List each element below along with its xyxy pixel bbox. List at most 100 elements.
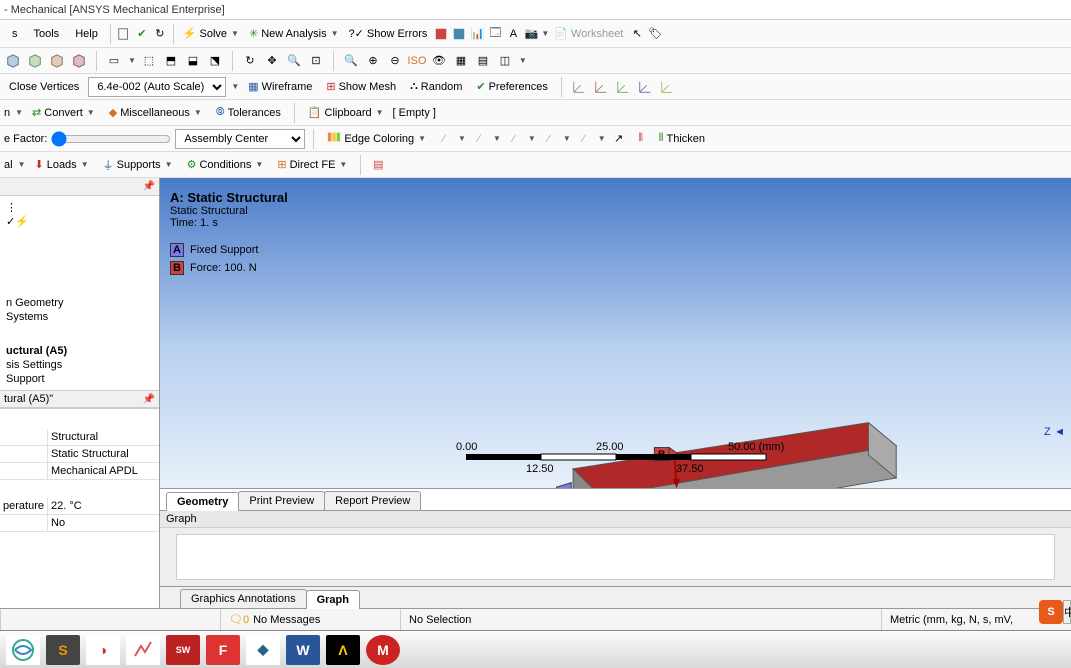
- edge3-icon[interactable]: ∕: [505, 130, 523, 148]
- tb-icon-3[interactable]: 📊: [468, 25, 486, 43]
- clipboard-button[interactable]: 📋 Clipboard▼: [303, 103, 389, 122]
- tool-a-icon[interactable]: ⬚: [140, 52, 158, 70]
- pin-icon-2[interactable]: 📌: [143, 394, 155, 405]
- cube3-icon[interactable]: [48, 52, 66, 70]
- edge1-icon[interactable]: ∕: [435, 130, 453, 148]
- arrow-icon[interactable]: ↗: [610, 130, 628, 148]
- zoom-box-icon[interactable]: ⊡: [307, 52, 325, 70]
- tb-icon-6[interactable]: 📷: [522, 25, 540, 43]
- tool-d-icon[interactable]: ⬔: [206, 52, 224, 70]
- zoom-in-icon[interactable]: ⊕: [364, 52, 382, 70]
- task-matlab[interactable]: [126, 635, 160, 665]
- cube1-icon[interactable]: [4, 52, 22, 70]
- task-ansys[interactable]: ◆: [246, 635, 280, 665]
- task-browser[interactable]: [6, 635, 40, 665]
- convert-button[interactable]: ⇄ Convert▼: [27, 103, 100, 122]
- select-icon[interactable]: ▭: [105, 52, 123, 70]
- random-button[interactable]: ⛬ Random: [405, 77, 467, 96]
- view-icon[interactable]: 👁: [430, 52, 448, 70]
- solve-button[interactable]: ⚡ Solve▼: [178, 24, 244, 43]
- task-solidworks[interactable]: SW: [166, 635, 200, 665]
- axis3-icon[interactable]: [614, 78, 632, 96]
- pointer-icon[interactable]: ↖: [628, 25, 646, 43]
- axis1-icon[interactable]: [570, 78, 588, 96]
- tag-icon[interactable]: 🏷: [646, 25, 664, 43]
- ime-badge[interactable]: S: [1039, 600, 1063, 624]
- tb-icon-4[interactable]: 🗔: [486, 25, 504, 43]
- pin-icon[interactable]: 📌: [143, 181, 155, 192]
- task-app1[interactable]: ◑: [86, 635, 120, 665]
- direct-fe-button[interactable]: ⊞ Direct FE▼: [272, 155, 352, 174]
- hatch-icon[interactable]: ⦀: [632, 130, 650, 148]
- tree-structural[interactable]: uctural (A5): [4, 344, 155, 358]
- menu-s[interactable]: s: [4, 24, 26, 44]
- tab-graph[interactable]: Graph: [306, 590, 360, 609]
- ime-lang[interactable]: 中: [1063, 600, 1071, 624]
- prop-analysis[interactable]: Static Structural: [48, 446, 159, 462]
- iso-icon[interactable]: ISO: [408, 52, 426, 70]
- task-f[interactable]: F: [206, 635, 240, 665]
- prop-temperature[interactable]: 22. °C: [48, 498, 159, 514]
- status-units[interactable]: Metric (mm, kg, N, s, mV,: [890, 614, 1013, 626]
- new-icon[interactable]: [115, 25, 133, 43]
- conditions-button[interactable]: ⚙ Conditions▼: [182, 155, 269, 174]
- show-mesh-button[interactable]: ⊞ Show Mesh: [321, 77, 401, 96]
- task-m[interactable]: M: [366, 635, 400, 665]
- show-errors-button[interactable]: ?✓ Show Errors: [344, 24, 433, 43]
- close-vertices-button[interactable]: Close Vertices: [4, 78, 84, 96]
- new-analysis-button[interactable]: ✳ New Analysis▼: [244, 24, 344, 43]
- tolerances-button[interactable]: ⦾ Tolerances: [211, 103, 286, 122]
- tree-geometry[interactable]: n Geometry: [4, 296, 155, 310]
- prop-no[interactable]: No: [48, 515, 159, 531]
- tab-geometry[interactable]: Geometry: [166, 492, 239, 511]
- tb-icon-5[interactable]: A: [504, 25, 522, 43]
- task-a[interactable]: Λ: [326, 635, 360, 665]
- tab-print-preview[interactable]: Print Preview: [238, 491, 325, 510]
- edge-coloring-button[interactable]: Edge Coloring▼: [322, 127, 431, 150]
- tree-systems[interactable]: Systems: [4, 310, 155, 324]
- scale-combo[interactable]: 6.4e-002 (Auto Scale): [88, 77, 226, 97]
- 3d-viewport[interactable]: A: Static Structural Static Structural T…: [160, 178, 1071, 488]
- layers-icon[interactable]: ▤: [474, 52, 492, 70]
- edge2-icon[interactable]: ∕: [470, 130, 488, 148]
- tab-graphics-annotations[interactable]: Graphics Annotations: [180, 589, 307, 608]
- refresh-icon[interactable]: ↻: [151, 25, 169, 43]
- task-word[interactable]: W: [286, 635, 320, 665]
- pan-icon[interactable]: ✥: [263, 52, 281, 70]
- loads-button[interactable]: ⬇ Loads▼: [29, 155, 93, 174]
- tb-icon-1[interactable]: [432, 25, 450, 43]
- grid-icon[interactable]: ▦: [452, 52, 470, 70]
- tab-report-preview[interactable]: Report Preview: [324, 491, 421, 510]
- prop-solver[interactable]: Mechanical APDL: [48, 463, 159, 479]
- check-icon[interactable]: ✔: [133, 25, 151, 43]
- tool-b-icon[interactable]: ⬒: [162, 52, 180, 70]
- menu-help[interactable]: Help: [67, 24, 106, 44]
- axis2-icon[interactable]: [592, 78, 610, 96]
- graph-body[interactable]: [176, 534, 1055, 580]
- supports-button[interactable]: ⏚ Supports▼: [98, 154, 178, 176]
- tree-analysis-settings[interactable]: sis Settings: [4, 358, 155, 372]
- edge4-icon[interactable]: ∕: [540, 130, 558, 148]
- status-messages[interactable]: No Messages: [253, 614, 320, 626]
- explode-slider[interactable]: [51, 131, 171, 147]
- zoom-icon[interactable]: 🔍: [285, 52, 303, 70]
- cube4-icon[interactable]: [70, 52, 88, 70]
- wireframe-button[interactable]: ▦ Wireframe: [243, 77, 317, 96]
- tool-c-icon[interactable]: ⬓: [184, 52, 202, 70]
- outline-tree[interactable]: ⋮ ✓⚡: [0, 196, 159, 232]
- axis5-icon[interactable]: [658, 78, 676, 96]
- misc-button[interactable]: ◆ Miscellaneous▼: [104, 103, 207, 122]
- commands-icon[interactable]: ▤: [369, 156, 387, 174]
- prop-physics[interactable]: Structural: [48, 429, 159, 445]
- worksheet-button[interactable]: 📄 Worksheet: [549, 24, 628, 43]
- task-sublime[interactable]: S: [46, 635, 80, 665]
- preferences-button[interactable]: ✔ Preferences: [471, 77, 553, 96]
- split-icon[interactable]: ◫: [496, 52, 514, 70]
- menu-tools[interactable]: Tools: [26, 24, 68, 44]
- cube2-icon[interactable]: [26, 52, 44, 70]
- thicken-button[interactable]: ⦀ Thicken: [654, 129, 710, 148]
- axis4-icon[interactable]: [636, 78, 654, 96]
- rotate-icon[interactable]: ↻: [241, 52, 259, 70]
- edge5-icon[interactable]: ∕: [575, 130, 593, 148]
- fit-icon[interactable]: 🔍: [342, 52, 360, 70]
